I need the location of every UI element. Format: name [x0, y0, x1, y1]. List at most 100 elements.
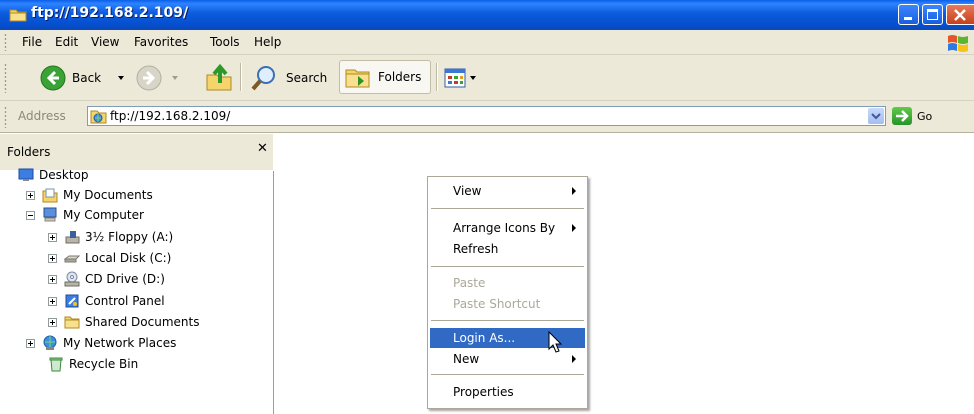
- tree-item-recycle-bin[interactable]: Recycle Bin: [48, 354, 138, 374]
- window-title: ftp://192.168.2.109/: [31, 5, 189, 21]
- title-bar: ftp://192.168.2.109/: [0, 0, 974, 30]
- expand-icon[interactable]: [48, 274, 57, 284]
- context-menu-paste-shortcut[interactable]: Paste Shortcut: [430, 294, 585, 314]
- context-menu-refresh[interactable]: Refresh: [430, 239, 585, 259]
- control-panel-icon: [65, 294, 79, 308]
- up-folder-icon: [206, 63, 232, 91]
- toolbar-separator: [436, 63, 438, 91]
- tree-item-cd-drive[interactable]: CD Drive (D:): [48, 269, 165, 289]
- search-button[interactable]: Search: [250, 64, 330, 92]
- context-menu-paste[interactable]: Paste: [430, 273, 585, 293]
- tree-item-my-documents[interactable]: My Documents: [26, 185, 153, 205]
- address-input[interactable]: ftp://192.168.2.109/: [87, 106, 886, 126]
- maximize-button[interactable]: [922, 4, 943, 25]
- minimize-icon: [904, 17, 912, 20]
- tree-item-shared-documents[interactable]: Shared Documents: [48, 312, 199, 332]
- tree-item-network-places[interactable]: My Network Places: [26, 333, 176, 353]
- folders-button[interactable]: Folders: [339, 60, 431, 94]
- collapse-icon[interactable]: [26, 210, 35, 220]
- menu-edit[interactable]: Edit: [55, 35, 78, 49]
- context-menu-properties[interactable]: Properties: [430, 382, 585, 402]
- tree-item-label: 3½ Floppy (A:): [85, 230, 174, 244]
- menu-bar: File Edit View Favorites Tools Help: [0, 30, 974, 55]
- recycle-bin-icon: [49, 357, 63, 372]
- toolbar-separator: [240, 63, 242, 91]
- forward-button[interactable]: [136, 65, 186, 91]
- expand-icon[interactable]: [48, 232, 57, 242]
- tree-item-label: Control Panel: [85, 294, 165, 308]
- menu-separator: [431, 266, 584, 267]
- tree-item-label: Recycle Bin: [69, 357, 139, 371]
- menu-item-label: Refresh: [453, 242, 499, 256]
- local-disk-icon: [64, 255, 80, 263]
- menu-item-label: View: [453, 184, 482, 198]
- mouse-pointer-icon: [548, 331, 563, 353]
- folders-pane-title: Folders: [7, 145, 51, 159]
- forward-dropdown-icon: [172, 76, 178, 80]
- file-list-area[interactable]: [274, 133, 974, 414]
- tree-item-label: Local Disk (C:): [85, 251, 172, 265]
- close-pane-icon[interactable]: ✕: [257, 141, 268, 156]
- network-places-icon: [43, 335, 57, 350]
- menu-item-label: New: [453, 352, 480, 366]
- menu-help[interactable]: Help: [254, 35, 281, 49]
- context-menu-view[interactable]: View: [430, 181, 585, 201]
- folders-pane: Folders ✕ Desktop My Documents My Comput…: [0, 134, 274, 414]
- expand-icon[interactable]: [26, 190, 35, 200]
- back-dropdown-icon: [118, 76, 124, 80]
- address-label: Address: [18, 109, 66, 123]
- up-folder-button[interactable]: [204, 63, 234, 93]
- menu-item-label: Properties: [453, 385, 514, 399]
- menu-favorites[interactable]: Favorites: [134, 35, 188, 49]
- desktop-icon: [18, 168, 34, 181]
- menu-separator: [431, 208, 584, 209]
- back-arrow-icon: [40, 65, 66, 91]
- tree-item-label: My Computer: [63, 208, 144, 222]
- views-icon: [444, 68, 466, 88]
- folders-label: Folders: [378, 70, 422, 84]
- go-label[interactable]: Go: [917, 110, 932, 123]
- submenu-arrow-icon: [572, 224, 576, 232]
- menu-separator: [431, 320, 584, 321]
- views-button[interactable]: [444, 65, 482, 91]
- expand-icon[interactable]: [26, 338, 35, 348]
- address-value: ftp://192.168.2.109/: [110, 109, 231, 123]
- cd-drive-icon: [64, 271, 80, 287]
- tree-item-floppy[interactable]: 3½ Floppy (A:): [48, 227, 173, 247]
- back-label: Back: [72, 71, 102, 85]
- go-arrow-icon: [896, 110, 909, 122]
- tree-item-label: CD Drive (D:): [85, 272, 165, 286]
- tree-item-desktop[interactable]: Desktop: [18, 165, 89, 185]
- menu-file[interactable]: File: [22, 35, 42, 49]
- address-bar: Address ftp://192.168.2.109/ Go: [0, 101, 974, 133]
- expand-icon[interactable]: [48, 317, 57, 327]
- my-computer-icon: [43, 207, 57, 222]
- menu-view[interactable]: View: [91, 35, 119, 49]
- tree-item-local-disk[interactable]: Local Disk (C:): [48, 248, 171, 268]
- back-button[interactable]: Back: [40, 65, 130, 91]
- tree-item-label: My Documents: [63, 188, 153, 202]
- menu-tools[interactable]: Tools: [210, 35, 240, 49]
- expand-icon[interactable]: [48, 253, 57, 263]
- my-documents-icon: [42, 188, 58, 203]
- search-label: Search: [286, 71, 328, 85]
- tree-item-label: Shared Documents: [85, 315, 200, 329]
- close-icon: [954, 9, 966, 21]
- address-dropdown-button[interactable]: [868, 108, 884, 124]
- tree-item-my-computer[interactable]: My Computer: [26, 205, 144, 225]
- context-menu: View Arrange Icons By Refresh Paste Past…: [427, 176, 588, 409]
- folders-icon: [345, 69, 370, 88]
- tree-item-label: Desktop: [39, 168, 89, 182]
- windows-logo-icon: [948, 35, 968, 52]
- addressbar-grip: [4, 106, 7, 128]
- folder-icon: [9, 9, 27, 22]
- context-menu-arrange-icons[interactable]: Arrange Icons By: [430, 218, 585, 238]
- menu-separator: [431, 374, 584, 375]
- tree-item-control-panel[interactable]: Control Panel: [48, 291, 165, 311]
- submenu-arrow-icon: [572, 355, 576, 363]
- go-button[interactable]: [892, 107, 912, 125]
- minimize-button[interactable]: [898, 4, 919, 25]
- expand-icon[interactable]: [48, 296, 57, 306]
- forward-arrow-icon: [136, 65, 162, 91]
- close-window-button[interactable]: [946, 4, 974, 25]
